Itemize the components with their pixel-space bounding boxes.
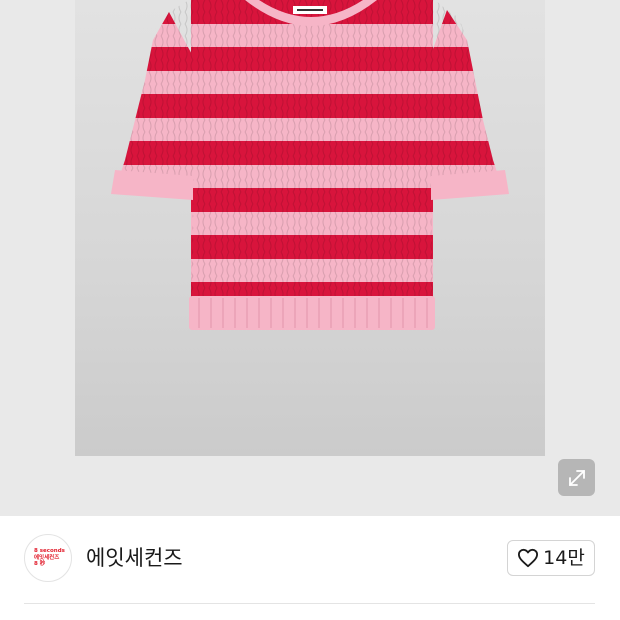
seller-row: 8 seconds 에잇세컨즈 8 秒 에잇세컨즈 14만 — [0, 516, 620, 602]
hem-rib — [189, 296, 435, 330]
avatar-logo-line: 8 秒 — [34, 561, 46, 568]
expand-arrows-icon — [568, 469, 585, 486]
like-button[interactable]: 14만 — [507, 540, 595, 576]
heart-outline-icon — [518, 548, 539, 568]
product-image-area — [0, 0, 620, 516]
product-page: 8 seconds 에잇세컨즈 8 秒 에잇세컨즈 14만 — [0, 0, 620, 620]
like-count: 14만 — [543, 547, 585, 569]
seller-avatar[interactable]: 8 seconds 에잇세컨즈 8 秒 — [24, 534, 72, 582]
divider — [24, 603, 595, 604]
expand-image-button[interactable] — [558, 459, 595, 496]
product-photo[interactable] — [75, 0, 545, 456]
seller-name[interactable]: 에잇세컨즈 — [86, 544, 183, 572]
sweater-illustration — [111, 0, 509, 330]
